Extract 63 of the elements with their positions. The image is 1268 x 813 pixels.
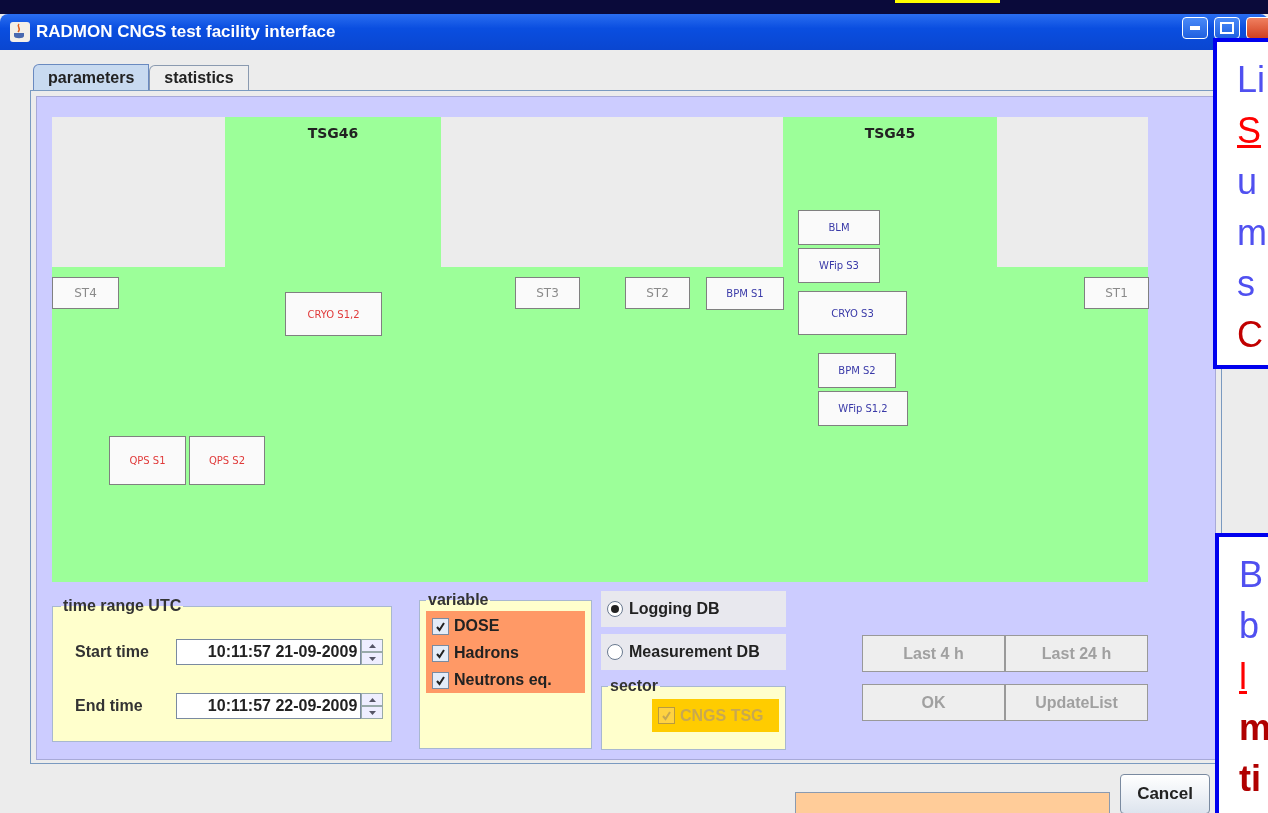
callout-text: s xyxy=(1237,262,1255,306)
callout-text: Li xyxy=(1237,58,1266,102)
close-button[interactable] xyxy=(1246,17,1268,39)
maximize-icon xyxy=(1220,22,1234,34)
zone-label: TSG45 xyxy=(864,125,916,141)
zone-label: TSG46 xyxy=(307,125,359,141)
minimize-button[interactable] xyxy=(1182,17,1208,39)
callout-text: u xyxy=(1237,160,1258,204)
radio-button[interactable] xyxy=(607,601,623,617)
callout-text: b xyxy=(1239,604,1260,648)
checkbox-label: CNGS TSG xyxy=(680,706,764,725)
checkmark-icon xyxy=(435,647,446,659)
minimize-icon xyxy=(1190,26,1200,30)
callout-text: S xyxy=(1237,109,1261,153)
date-field[interactable]: 10:11:57 21-09-2009 xyxy=(175,639,362,665)
checkmark-icon xyxy=(435,674,446,686)
checkbox-label: Hadrons xyxy=(454,644,519,662)
checkbox-label: DOSE xyxy=(454,617,500,635)
checkbox[interactable] xyxy=(432,671,449,689)
device-box[interactable]: BPM S1 xyxy=(706,277,784,310)
callout-text: B xyxy=(1239,553,1263,597)
callout-text: l xyxy=(1239,655,1247,699)
tab[interactable]: statistics xyxy=(149,65,249,90)
checkbox[interactable] xyxy=(432,617,449,635)
device-box[interactable]: BLM xyxy=(798,210,880,245)
window-title: RADMON CNGS test facility interface xyxy=(36,22,337,42)
field-label: End time xyxy=(75,697,144,715)
down-arrow-icon xyxy=(368,710,376,715)
device-box[interactable]: CRYO S3 xyxy=(798,291,907,335)
checkbox[interactable] xyxy=(432,644,449,662)
callout-text: m xyxy=(1237,211,1267,255)
group-title: variable xyxy=(427,591,490,609)
spin-down-button[interactable] xyxy=(361,706,383,719)
radio-label: Logging DB xyxy=(629,600,720,618)
device-box[interactable]: WFip S1,2 xyxy=(818,391,908,426)
callout-text: m xyxy=(1239,706,1268,750)
callout-text: C xyxy=(1237,313,1263,357)
device-box[interactable]: QPS S2 xyxy=(189,436,265,485)
spin-up-button[interactable] xyxy=(361,693,383,706)
group-title: sector xyxy=(609,677,660,695)
checkmark-icon xyxy=(435,620,446,632)
device-box[interactable]: WFip S3 xyxy=(798,248,880,283)
java-cup-icon xyxy=(10,22,30,42)
up-arrow-icon xyxy=(368,643,376,648)
status-field[interactable] xyxy=(795,792,1110,813)
spin-up-button[interactable] xyxy=(361,639,383,652)
device-box[interactable]: QPS S1 xyxy=(109,436,186,485)
callout-text: ti xyxy=(1239,757,1261,801)
group-title: time range UTC xyxy=(62,597,183,615)
radio-label: Measurement DB xyxy=(629,643,760,661)
device-box[interactable]: BPM S2 xyxy=(818,353,896,388)
spin-down-button[interactable] xyxy=(361,652,383,665)
cancel-button[interactable]: Cancel xyxy=(1120,774,1210,813)
date-field[interactable]: 10:11:57 22-09-2009 xyxy=(175,693,362,719)
field-label: Start time xyxy=(75,643,150,661)
maximize-button[interactable] xyxy=(1214,17,1240,39)
down-arrow-icon xyxy=(368,656,376,661)
device-box[interactable]: CRYO S1,2 xyxy=(285,292,382,336)
checkbox-label: Neutrons eq. xyxy=(454,671,552,689)
checkmark-icon xyxy=(661,710,672,721)
up-arrow-icon xyxy=(368,697,376,702)
radio-button[interactable] xyxy=(607,644,623,660)
tab[interactable]: parameters xyxy=(33,64,150,90)
